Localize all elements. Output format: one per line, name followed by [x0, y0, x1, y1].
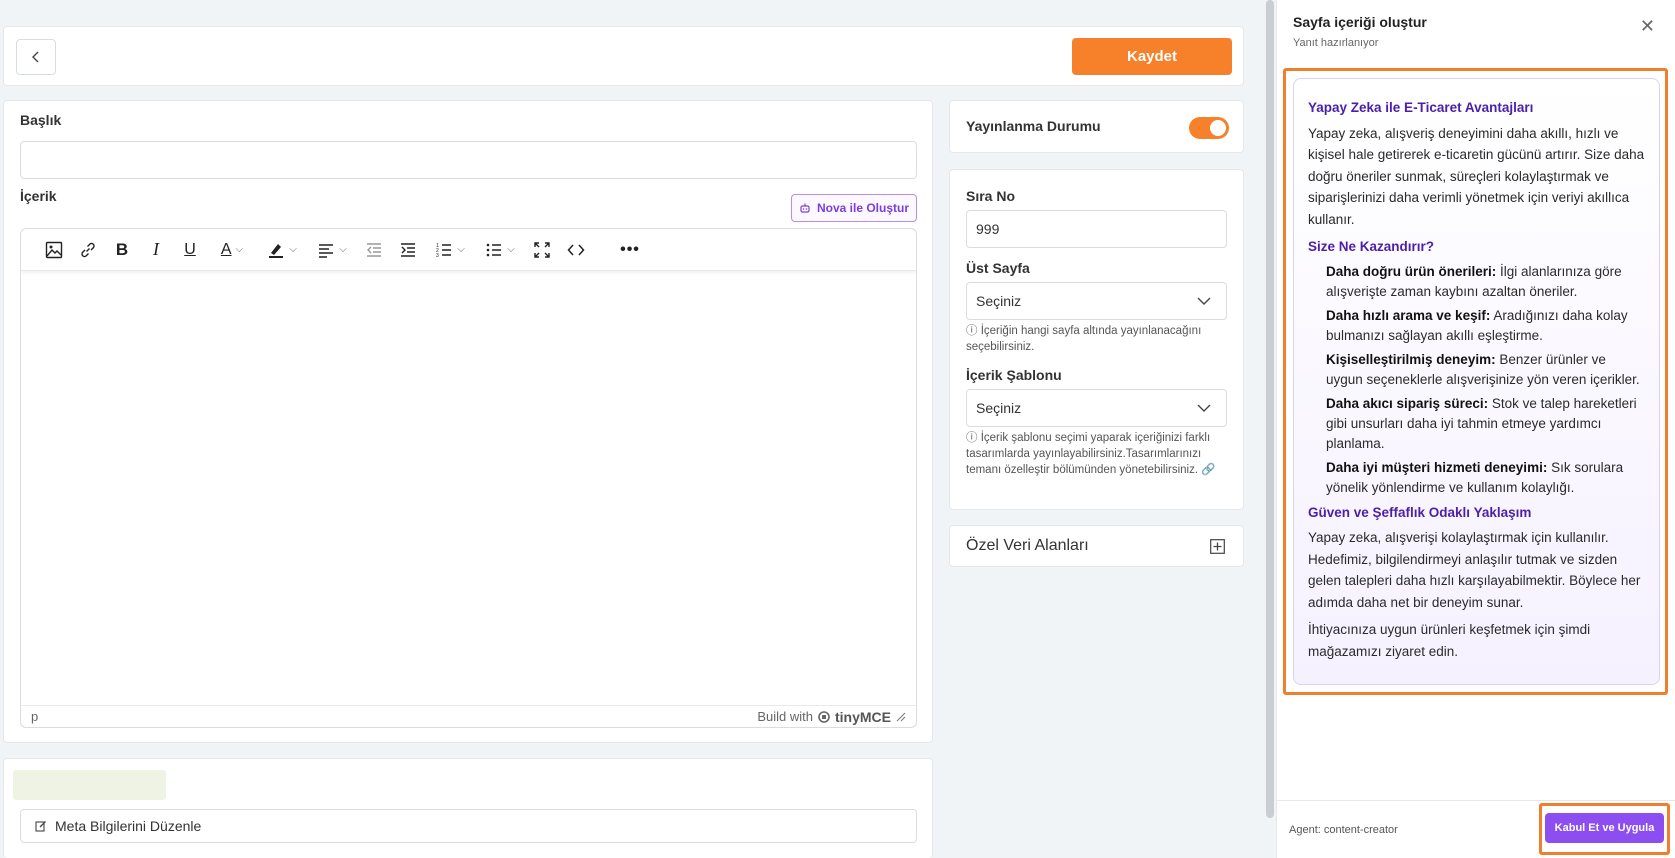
- fullscreen-icon[interactable]: [525, 235, 559, 265]
- source-code-icon[interactable]: [559, 235, 593, 265]
- chevron-down-icon: [1197, 297, 1211, 305]
- editor-toolbar: B I U A ⌵ ⌵ ⌵ 1 2 3 ⌵ ⌵ •••: [21, 229, 916, 271]
- meta-card: Meta Bilgilerini Düzenle: [3, 758, 933, 858]
- page-scrollbar[interactable]: [1264, 0, 1276, 858]
- chevron-left-icon: [32, 51, 39, 63]
- parent-page-value: Seçiniz: [976, 293, 1022, 309]
- info-icon: ⓘ: [966, 432, 978, 444]
- image-icon[interactable]: [37, 235, 71, 265]
- title-label: Başlık: [20, 112, 62, 128]
- svg-text:3: 3: [436, 253, 439, 258]
- ai-panel-status: Yanıt hazırlanıyor: [1293, 37, 1379, 49]
- indent-icon[interactable]: [391, 235, 425, 265]
- accept-apply-button[interactable]: Kabul Et ve Uygula: [1545, 813, 1664, 843]
- list-item: Daha akıcı sipariş süreci: Stok ve talep…: [1326, 395, 1637, 451]
- underline-icon[interactable]: U: [173, 235, 207, 265]
- highlight-color-icon[interactable]: ⌵: [257, 235, 307, 265]
- close-icon[interactable]: ✕: [1640, 16, 1655, 37]
- template-hint: ⓘ İçerik şablonu seçimi yaparak içeriğin…: [966, 430, 1231, 478]
- parent-page-label: Üst Sayfa: [966, 260, 1030, 276]
- order-input[interactable]: 999: [966, 210, 1227, 248]
- template-value: Seçiniz: [976, 400, 1022, 416]
- list-item: Kişiselleştirilmiş deneyim: Benzer ürünl…: [1326, 351, 1640, 387]
- link-icon[interactable]: [71, 235, 105, 265]
- nova-generate-button[interactable]: Nova ile Oluştur: [791, 194, 917, 222]
- ai-benefits-list: Daha doğru ürün önerileri: İlgi alanları…: [1308, 262, 1646, 498]
- align-icon[interactable]: ⌵: [307, 235, 357, 265]
- edit-icon: [35, 821, 46, 832]
- top-bar: Kaydet: [3, 26, 1244, 86]
- chevron-down-icon: [1197, 404, 1211, 412]
- publish-toggle[interactable]: [1189, 117, 1229, 139]
- template-hint-text: İçerik şablonu seçimi yaparak içeriğiniz…: [966, 432, 1211, 476]
- ai-paragraph-2: Yapay zeka, alışverişi kolaylaştırmak iç…: [1308, 530, 1641, 610]
- ai-heading-1: Yapay Zeka ile E-Ticaret Avantajları: [1308, 100, 1534, 115]
- parent-page-hint: ⓘ İçeriğin hangi sayfa altında yayınlana…: [966, 323, 1231, 355]
- save-button[interactable]: Kaydet: [1072, 38, 1232, 75]
- title-input[interactable]: [20, 141, 917, 179]
- meta-section-placeholder: [13, 770, 166, 800]
- ai-paragraph-1: Yapay zeka, alışveriş deneyimini daha ak…: [1308, 125, 1645, 227]
- list-item: Daha hızlı arama ve keşif: Aradığınızı d…: [1326, 307, 1628, 343]
- bold-icon[interactable]: B: [105, 235, 139, 265]
- list-item: Daha doğru ürün önerileri: İlgi alanları…: [1326, 263, 1622, 299]
- branding-prefix: Build with: [757, 709, 813, 724]
- publish-status-label: Yayınlanma Durumu: [966, 118, 1101, 134]
- content-label: İçerik: [20, 188, 57, 204]
- ai-heading-3: Güven ve Şeffaflık Odaklı Yaklaşım: [1308, 504, 1532, 520]
- nova-button-label: Nova ile Oluştur: [816, 201, 910, 215]
- external-link-icon[interactable]: 🔗: [1201, 464, 1215, 476]
- template-select[interactable]: Seçiniz: [966, 389, 1227, 427]
- custom-fields-label: Özel Veri Alanları: [966, 537, 1089, 554]
- editor-statusbar: p Build with tinyMCE: [21, 705, 916, 727]
- outdent-icon[interactable]: [357, 235, 391, 265]
- info-icon: ⓘ: [966, 325, 978, 337]
- list-item: Daha iyi müşteri hizmeti deneyimi: Sık s…: [1326, 459, 1624, 495]
- branding-name: tinyMCE: [835, 708, 891, 725]
- ai-panel-title: Sayfa içeriği oluştur: [1293, 14, 1427, 30]
- parent-page-hint-text: İçeriğin hangi sayfa altında yayınlanaca…: [966, 325, 1202, 353]
- publish-status-card: Yayınlanma Durumu: [949, 100, 1244, 153]
- page-settings-card: Sıra No 999 Üst Sayfa Seçiniz ⓘ İçeriğin…: [949, 169, 1244, 510]
- scrollbar-thumb[interactable]: [1266, 0, 1274, 818]
- template-label: İçerik Şablonu: [966, 367, 1062, 383]
- ai-paragraph-3: İhtiyacınıza uygun ürünleri keşfetmek iç…: [1308, 622, 1591, 659]
- robot-icon: [800, 203, 810, 213]
- resize-handle-icon[interactable]: [896, 712, 906, 722]
- element-path[interactable]: p: [31, 709, 38, 724]
- bullet-list-icon[interactable]: ⌵: [475, 235, 525, 265]
- back-button[interactable]: [16, 39, 56, 75]
- edit-meta-label: Meta Bilgilerini Düzenle: [55, 818, 202, 834]
- tinymce-logo-icon: [818, 710, 830, 723]
- expand-plus-icon[interactable]: [1210, 539, 1225, 554]
- text-color-icon[interactable]: A ⌵: [207, 235, 257, 265]
- editor-branding: Build with tinyMCE: [757, 709, 906, 725]
- order-label: Sıra No: [966, 188, 1016, 204]
- italic-icon[interactable]: I: [139, 235, 173, 265]
- order-value: 999: [976, 221, 1000, 237]
- content-card: Başlık İçerik Nova ile Oluştur B I U A ⌵ …: [3, 100, 933, 743]
- agent-label: Agent: content-creator: [1289, 824, 1398, 836]
- parent-page-select[interactable]: Seçiniz: [966, 282, 1227, 320]
- more-options-icon[interactable]: •••: [613, 235, 647, 265]
- custom-fields-card[interactable]: Özel Veri Alanları: [949, 525, 1244, 567]
- edit-meta-button[interactable]: Meta Bilgilerini Düzenle: [20, 809, 917, 843]
- ai-content-panel: Sayfa içeriği oluştur Yanıt hazırlanıyor…: [1276, 0, 1675, 858]
- rich-text-editor: B I U A ⌵ ⌵ ⌵ 1 2 3 ⌵ ⌵ ••• p Build with…: [20, 228, 917, 728]
- numbered-list-icon[interactable]: 1 2 3 ⌵: [425, 235, 475, 265]
- ai-heading-2: Size Ne Kazandırır?: [1308, 239, 1435, 254]
- ai-panel-footer: Agent: content-creator Kabul Et ve Uygul…: [1277, 800, 1675, 858]
- ai-generated-content: Yapay Zeka ile E-Ticaret Avantajları Yap…: [1293, 78, 1660, 685]
